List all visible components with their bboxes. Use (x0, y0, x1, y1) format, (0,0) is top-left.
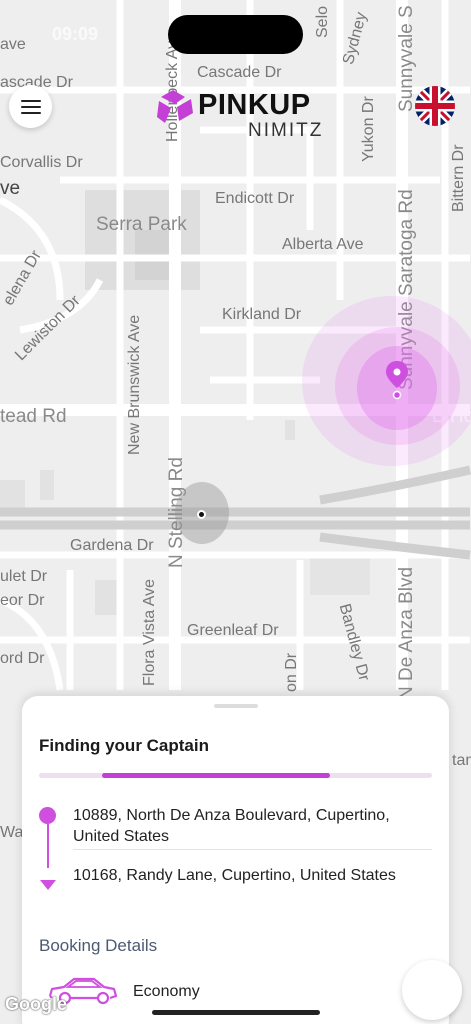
home-indicator[interactable] (152, 1010, 320, 1015)
map-label: ave (0, 36, 26, 53)
map-label: ord Dr (0, 650, 45, 667)
brand-name: PINKUP (198, 89, 311, 121)
map-label: ulet Dr (0, 568, 48, 585)
map-label: Alberta Ave (282, 236, 364, 253)
map-label: Flora Vista Ave (141, 578, 158, 686)
map-label: ve (0, 178, 21, 199)
google-attribution: Google (5, 994, 67, 1014)
map-label: New Brunswick Ave (126, 314, 143, 455)
status-time: 09:09 (52, 24, 99, 44)
map-label: Greenleaf Dr (187, 622, 279, 639)
route-line (47, 824, 49, 868)
menu-button[interactable] (9, 85, 52, 128)
map-label: Serra Park (96, 214, 187, 235)
hamburger-menu-icon (20, 99, 41, 114)
sheet-title: Finding your Captain (39, 736, 209, 755)
sheet-grabber[interactable] (214, 704, 258, 708)
map-label: Kirkland Dr (222, 306, 302, 323)
current-location-marker (175, 482, 229, 544)
map-label: Gardena Dr (70, 537, 154, 554)
app-logo: PINKUP NIMITZ (155, 87, 335, 141)
uk-flag-icon (415, 86, 455, 126)
pickup-address: 10889, North De Anza Boulevard, Cupertin… (73, 807, 390, 845)
address-divider (73, 849, 432, 850)
map-label: Yukon Dr (360, 96, 377, 162)
language-button[interactable] (415, 86, 455, 126)
recenter-button[interactable] (402, 960, 462, 1020)
map-label: Endicott Dr (215, 190, 295, 207)
map-label: tan (452, 752, 471, 769)
search-progress-bar (39, 773, 432, 778)
search-progress-fill (102, 773, 330, 778)
map-label: Sunnyvale S (396, 5, 417, 112)
pickup-dot-icon (39, 807, 56, 824)
map-label: Selo (314, 5, 331, 38)
map-label: tead Rd (0, 406, 67, 427)
map-pin-icon[interactable] (384, 360, 410, 402)
brand-subtitle: NIMITZ (248, 120, 324, 141)
map-label: Cascade Dr (197, 64, 282, 81)
dropoff-arrow-icon (40, 880, 56, 890)
map-label: Bittern Dr (450, 144, 467, 212)
map-label: N De Anza Blvd (396, 566, 417, 700)
booking-details-label: Booking Details (39, 936, 158, 955)
map-label: Corvallis Dr (0, 154, 83, 171)
map-label: eor Dr (0, 592, 45, 609)
dropoff-address: 10168, Randy Lane, Cupertino, United Sta… (73, 867, 396, 884)
pinkup-logo-icon (157, 90, 193, 123)
map-label: on Dr (283, 652, 300, 692)
vehicle-type-label: Economy (133, 983, 200, 1000)
dynamic-island (168, 15, 303, 54)
trip-status-sheet[interactable]: Finding your Captain 10889, North De Anz… (22, 696, 449, 1024)
